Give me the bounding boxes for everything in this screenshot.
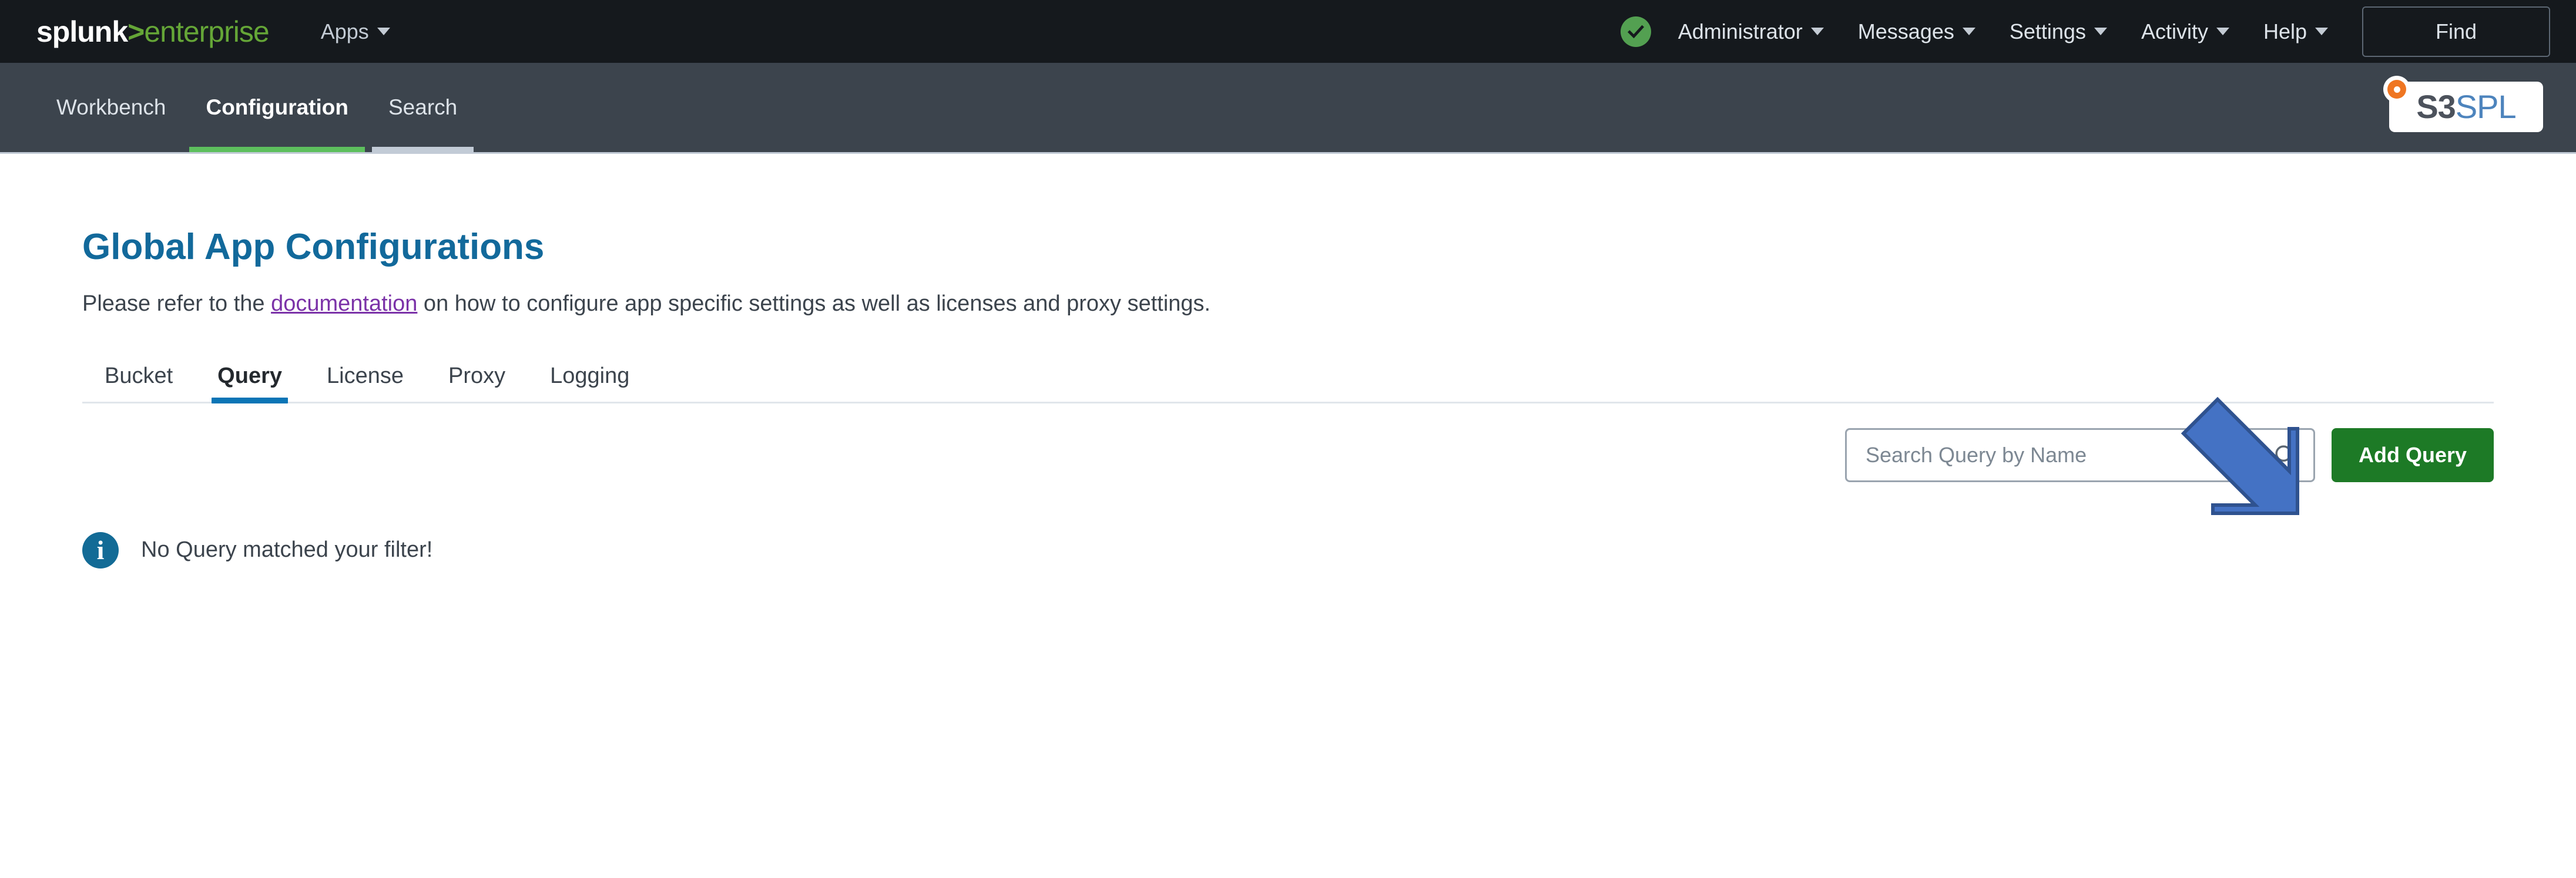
settings-menu[interactable]: Settings	[2010, 19, 2107, 44]
apps-menu[interactable]: Apps	[321, 19, 390, 44]
tab-license-label: License	[327, 363, 404, 388]
page-description-prefix: Please refer to the	[82, 291, 271, 316]
app-logo-dot-icon	[2383, 76, 2410, 103]
nav-tab-underline	[40, 147, 182, 152]
tab-bucket[interactable]: Bucket	[82, 364, 195, 402]
documentation-link[interactable]: documentation	[271, 291, 417, 316]
info-circle-icon: i	[82, 531, 119, 568]
page-content: Global App Configurations Please refer t…	[0, 154, 2576, 568]
add-query-button[interactable]: Add Query	[2331, 428, 2494, 482]
help-menu-label: Help	[2263, 19, 2307, 43]
nav-tab-search-label: Search	[388, 95, 458, 119]
tab-query-label: Query	[217, 363, 282, 388]
page-description-suffix: on how to configure app specific setting…	[417, 291, 1211, 316]
app-logo-text: SPL	[2455, 88, 2517, 125]
nav-tab-configuration[interactable]: Configuration	[186, 63, 368, 152]
search-input[interactable]	[1864, 442, 2272, 468]
page-description: Please refer to the documentation on how…	[82, 291, 2576, 318]
find-button[interactable]: Find	[2362, 6, 2550, 57]
chevron-down-icon	[2094, 28, 2107, 35]
app-logo-box: S3SPL	[2389, 82, 2543, 132]
administrator-menu-label: Administrator	[1678, 19, 1803, 43]
tab-proxy[interactable]: Proxy	[426, 364, 528, 402]
empty-state-message: i No Query matched your filter!	[82, 531, 2576, 568]
tab-license[interactable]: License	[304, 364, 426, 402]
app-nav-bar: Workbench Configuration Search S3SPL	[0, 63, 2576, 154]
chevron-down-icon	[1810, 28, 1824, 35]
app-logo-s3spl[interactable]: S3SPL	[2379, 76, 2543, 134]
tab-proxy-label: Proxy	[448, 363, 506, 388]
nav-tab-workbench[interactable]: Workbench	[36, 63, 186, 152]
splunk-top-bar: splunk > enterprise Apps Administrator M…	[0, 0, 2576, 63]
administrator-menu[interactable]: Administrator	[1678, 19, 1824, 44]
messages-menu[interactable]: Messages	[1858, 19, 1975, 44]
page-title: Global App Configurations	[82, 227, 545, 267]
logo-chevron-icon: >	[128, 15, 145, 48]
nav-tab-search[interactable]: Search	[368, 63, 477, 152]
activity-menu[interactable]: Activity	[2141, 19, 2229, 44]
settings-menu-label: Settings	[2009, 19, 2086, 43]
tab-logging[interactable]: Logging	[528, 364, 652, 402]
apps-menu-label: Apps	[320, 19, 369, 43]
chevron-down-icon	[2216, 28, 2229, 35]
query-toolbar: Add Query	[82, 428, 2494, 482]
nav-tab-workbench-label: Workbench	[56, 95, 166, 119]
chevron-down-icon	[2315, 28, 2328, 35]
nav-tab-configuration-label: Configuration	[206, 95, 348, 119]
messages-menu-label: Messages	[1857, 19, 1954, 43]
nav-tab-active-underline	[189, 147, 365, 152]
info-icon-glyph: i	[96, 534, 105, 565]
tab-query[interactable]: Query	[195, 363, 304, 403]
check-circle-icon[interactable]	[1620, 16, 1651, 47]
app-logo-mark: S3	[2416, 88, 2456, 125]
tab-active-indicator	[212, 397, 288, 403]
nav-tab-hover-underline	[371, 147, 474, 152]
chevron-down-icon	[377, 28, 390, 35]
chevron-down-icon	[1962, 28, 1975, 35]
splunk-logo[interactable]: splunk > enterprise	[36, 15, 270, 49]
configuration-section-tabs: Bucket Query License Proxy Logging	[82, 364, 2494, 403]
search-icon[interactable]	[2272, 442, 2298, 468]
search-box[interactable]	[1844, 428, 2315, 482]
help-menu[interactable]: Help	[2263, 19, 2328, 44]
activity-menu-label: Activity	[2141, 19, 2208, 43]
empty-state-text: No Query matched your filter!	[141, 537, 433, 563]
logo-splunk-text: splunk	[36, 15, 128, 48]
app-nav-tabs: Workbench Configuration Search	[36, 63, 477, 152]
tab-bucket-label: Bucket	[105, 363, 173, 388]
topbar-right-group: Administrator Messages Settings Activity…	[1620, 0, 2576, 63]
logo-enterprise-text: enterprise	[144, 15, 269, 48]
tab-logging-label: Logging	[550, 363, 630, 388]
